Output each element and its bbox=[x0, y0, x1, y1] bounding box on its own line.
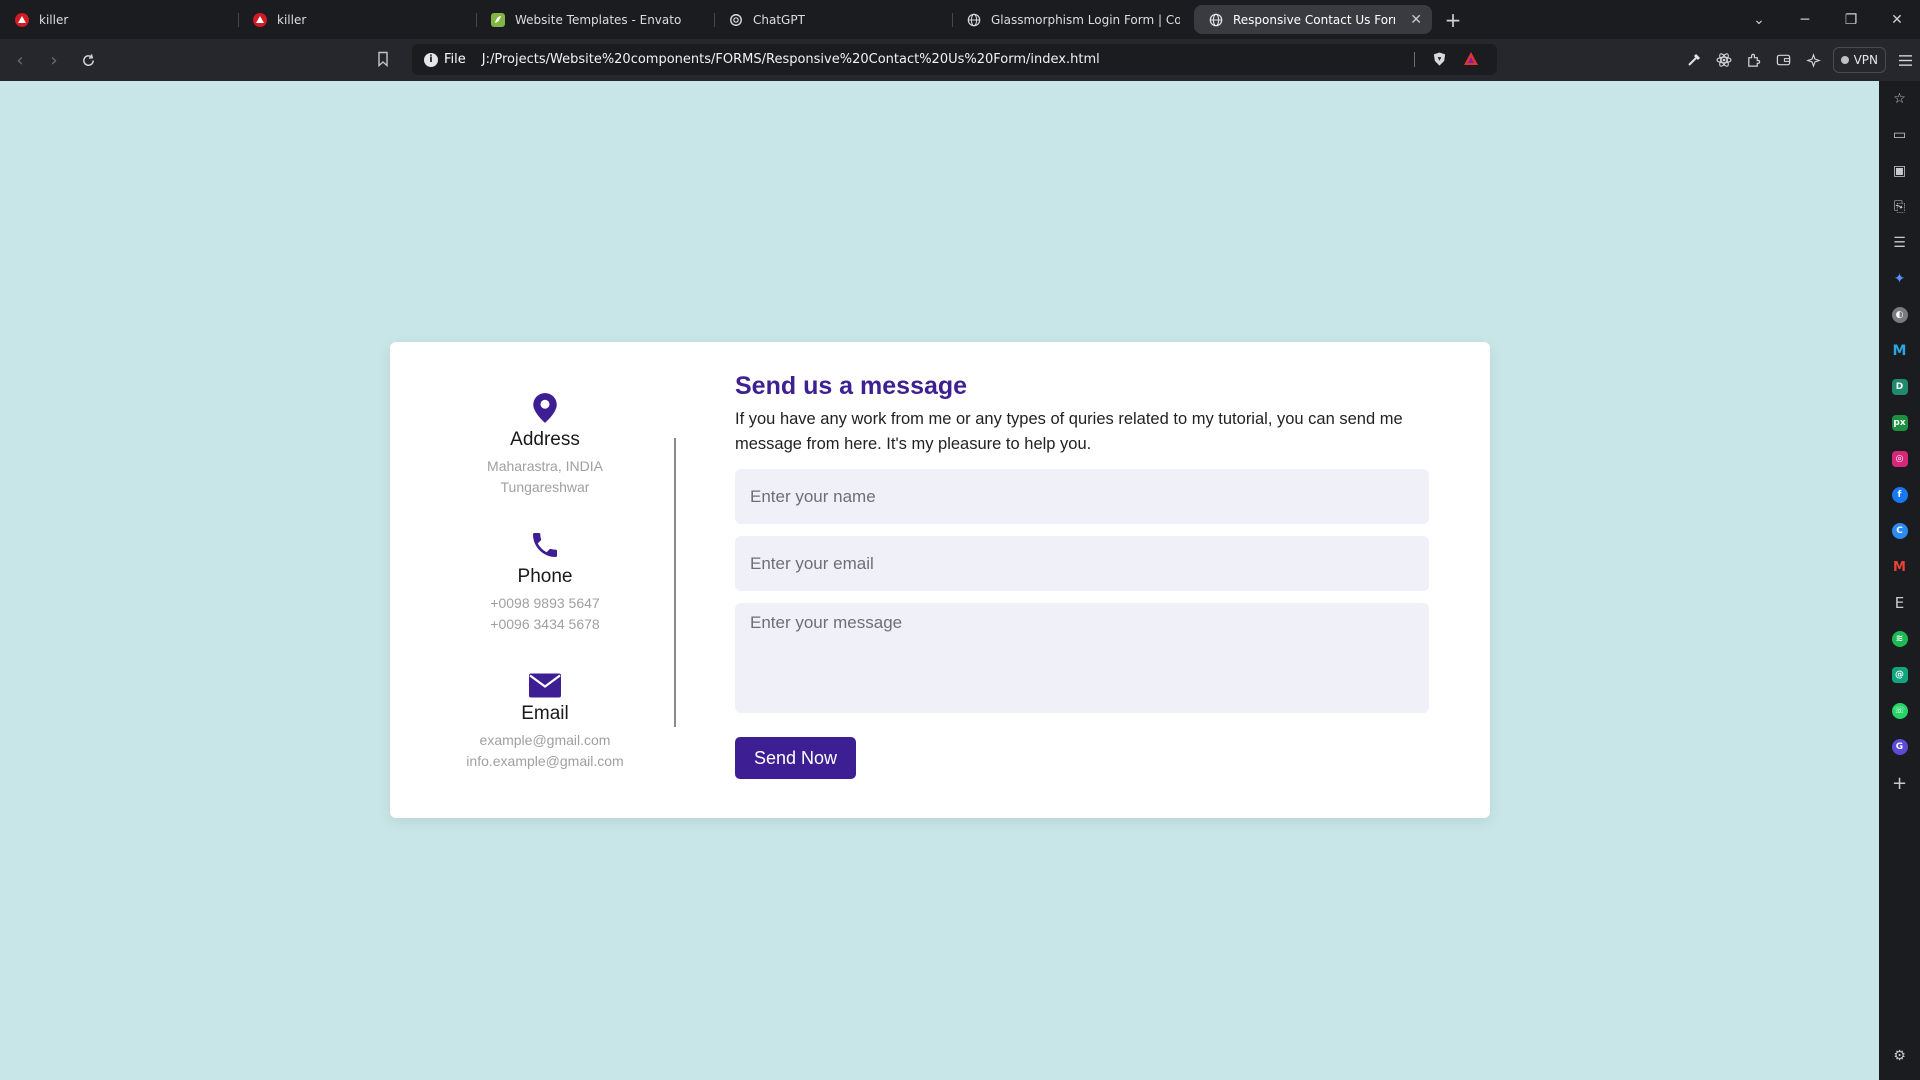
send-now-button[interactable]: Send Now bbox=[735, 737, 856, 779]
name-input[interactable]: Enter your name bbox=[735, 469, 1429, 524]
vertical-divider bbox=[674, 438, 676, 727]
leo-ai-icon[interactable] bbox=[1799, 52, 1829, 68]
sidebar-app-icon[interactable]: M bbox=[1879, 333, 1920, 369]
vpn-button[interactable]: VPN bbox=[1832, 47, 1886, 73]
eyedropper-icon[interactable] bbox=[1679, 52, 1709, 68]
tab-title: Glassmorphism Login Form | Coding bbox=[991, 12, 1180, 27]
globe-icon bbox=[966, 12, 982, 28]
tab-killer-1[interactable]: killer bbox=[0, 5, 238, 34]
tab-strip: killer killer Website Templates - Envato… bbox=[0, 0, 1920, 39]
tab-chatgpt[interactable]: ChatGPT bbox=[714, 5, 952, 34]
email-title: Email bbox=[521, 703, 569, 724]
new-tab-button[interactable]: + bbox=[1438, 8, 1468, 32]
sidebar-app-icon[interactable]: @ bbox=[1879, 657, 1920, 693]
sidebar-reading-list-icon[interactable]: ☰ bbox=[1879, 225, 1920, 261]
envato-icon bbox=[490, 12, 506, 28]
phone-line-1: +0098 9893 5647 bbox=[490, 595, 600, 611]
address-line-1: Maharastra, INDIA bbox=[487, 458, 603, 474]
message-textarea[interactable]: Enter your message bbox=[735, 603, 1429, 713]
red-logo-icon bbox=[252, 12, 268, 28]
facebook-icon[interactable]: f bbox=[1879, 477, 1920, 513]
sidebar-app-icon[interactable]: D bbox=[1879, 369, 1920, 405]
whatsapp-icon[interactable]: ☏ bbox=[1879, 693, 1920, 729]
tab-list-chevron-icon[interactable]: ⌄ bbox=[1736, 12, 1782, 28]
sidebar-leo-icon[interactable]: ✦ bbox=[1879, 261, 1920, 297]
url-divider bbox=[1414, 52, 1415, 67]
react-devtools-icon[interactable] bbox=[1709, 52, 1739, 68]
tab-title: Responsive Contact Us Form bbox=[1233, 12, 1396, 27]
phone-line-2: +0096 3434 5678 bbox=[490, 616, 600, 632]
sidebar-star-icon[interactable]: ☆ bbox=[1879, 81, 1920, 117]
tab-title: ChatGPT bbox=[753, 12, 805, 27]
bookmark-icon[interactable] bbox=[376, 51, 390, 71]
wallet-icon[interactable] bbox=[1769, 53, 1799, 67]
scheme-label: File bbox=[444, 52, 466, 67]
browser-sidebar: ☆ ▭ ▣ ⎘ ☰ ✦ ◐ M D px ◎ f C M E ≋ @ ☏ G +… bbox=[1879, 81, 1920, 1080]
sidebar-settings-gear-icon[interactable]: ⚙ bbox=[1879, 1038, 1920, 1074]
sidebar-app-icon[interactable]: G bbox=[1879, 729, 1920, 765]
tab-glassmorphism[interactable]: Glassmorphism Login Form | Coding bbox=[952, 5, 1190, 34]
email-line-1: example@gmail.com bbox=[479, 732, 611, 748]
address-line-2: Tungareshwar bbox=[500, 479, 590, 495]
sidebar-bookmarks-icon[interactable]: ⎘ bbox=[1879, 189, 1920, 225]
brave-rewards-icon[interactable] bbox=[1463, 51, 1479, 70]
address-bar-group: i File J:/Projects/Website%20components/… bbox=[376, 44, 1497, 75]
contact-details: Address Maharastra, INDIA Tungareshwar P… bbox=[420, 388, 670, 799]
tab-killer-2[interactable]: killer bbox=[238, 5, 476, 34]
extensions-icon[interactable] bbox=[1739, 53, 1769, 68]
tab-title: Website Templates - Envato bbox=[515, 12, 682, 27]
globe-icon bbox=[1208, 12, 1224, 28]
sidebar-app-icon[interactable]: E bbox=[1879, 585, 1920, 621]
address-bar[interactable]: i File J:/Projects/Website%20components/… bbox=[412, 44, 1497, 75]
envelope-icon bbox=[529, 662, 561, 698]
instagram-icon[interactable]: ◎ bbox=[1879, 441, 1920, 477]
tab-title: killer bbox=[277, 12, 307, 27]
email-line-2: info.example@gmail.com bbox=[466, 753, 624, 769]
back-arrow-icon[interactable]: ‹ bbox=[6, 46, 34, 74]
spotify-icon[interactable]: ≋ bbox=[1879, 621, 1920, 657]
window-controls: ⌄ ─ ❐ ✕ bbox=[1736, 0, 1920, 39]
contact-card: Address Maharastra, INDIA Tungareshwar P… bbox=[390, 342, 1490, 818]
info-icon: i bbox=[424, 52, 438, 67]
red-logo-icon bbox=[14, 12, 30, 28]
phone-title: Phone bbox=[517, 566, 573, 587]
chatgpt-icon bbox=[728, 12, 744, 28]
tab-envato[interactable]: Website Templates - Envato bbox=[476, 5, 714, 34]
address-title: Address bbox=[510, 429, 580, 450]
email-input[interactable]: Enter your email bbox=[735, 536, 1429, 591]
reload-icon[interactable] bbox=[74, 46, 102, 74]
menu-icon[interactable] bbox=[1890, 54, 1920, 67]
site-info[interactable]: i File bbox=[412, 52, 466, 67]
minimize-icon[interactable]: ─ bbox=[1782, 12, 1828, 28]
browser-toolbar: ‹ › i File J:/Projects/Website%20compone… bbox=[0, 39, 1920, 81]
toolbar-right: VPN bbox=[1679, 39, 1920, 81]
restore-icon[interactable]: ❐ bbox=[1828, 12, 1874, 28]
contact-phone: Phone +0098 9893 5647 +0096 3434 5678 bbox=[420, 525, 670, 635]
close-window-icon[interactable]: ✕ bbox=[1874, 12, 1920, 28]
sidebar-app-icon[interactable]: px bbox=[1879, 405, 1920, 441]
location-pin-icon bbox=[532, 388, 558, 424]
contact-address: Address Maharastra, INDIA Tungareshwar bbox=[420, 388, 670, 498]
vpn-status-dot bbox=[1840, 56, 1849, 64]
url-text[interactable]: J:/Projects/Website%20components/FORMS/R… bbox=[482, 52, 1100, 67]
close-tab-icon[interactable]: ✕ bbox=[1410, 12, 1422, 28]
vpn-label: VPN bbox=[1853, 53, 1878, 67]
forward-arrow-icon[interactable]: › bbox=[40, 46, 68, 74]
page-viewport: Address Maharastra, INDIA Tungareshwar P… bbox=[0, 81, 1879, 1080]
form-heading: Send us a message bbox=[735, 372, 968, 400]
sidebar-wallet-icon[interactable]: ▣ bbox=[1879, 153, 1920, 189]
phone-icon bbox=[529, 525, 561, 561]
gmail-icon[interactable]: M bbox=[1879, 549, 1920, 585]
sidebar-app-icon[interactable]: C bbox=[1879, 513, 1920, 549]
sidebar-add-icon[interactable]: + bbox=[1879, 765, 1920, 801]
brave-shields-icon[interactable] bbox=[1432, 51, 1447, 71]
sidebar-media-icon[interactable]: ▭ bbox=[1879, 117, 1920, 153]
tab-title: killer bbox=[39, 12, 69, 27]
sidebar-app-icon[interactable]: ◐ bbox=[1879, 297, 1920, 333]
contact-email: Email example@gmail.com info.example@gma… bbox=[420, 662, 670, 772]
tab-contact-form[interactable]: Responsive Contact Us Form ✕ bbox=[1194, 5, 1432, 34]
form-description: If you have any work from me or any type… bbox=[735, 410, 1403, 453]
message-form: Send us a message If you have any work f… bbox=[735, 372, 1429, 779]
